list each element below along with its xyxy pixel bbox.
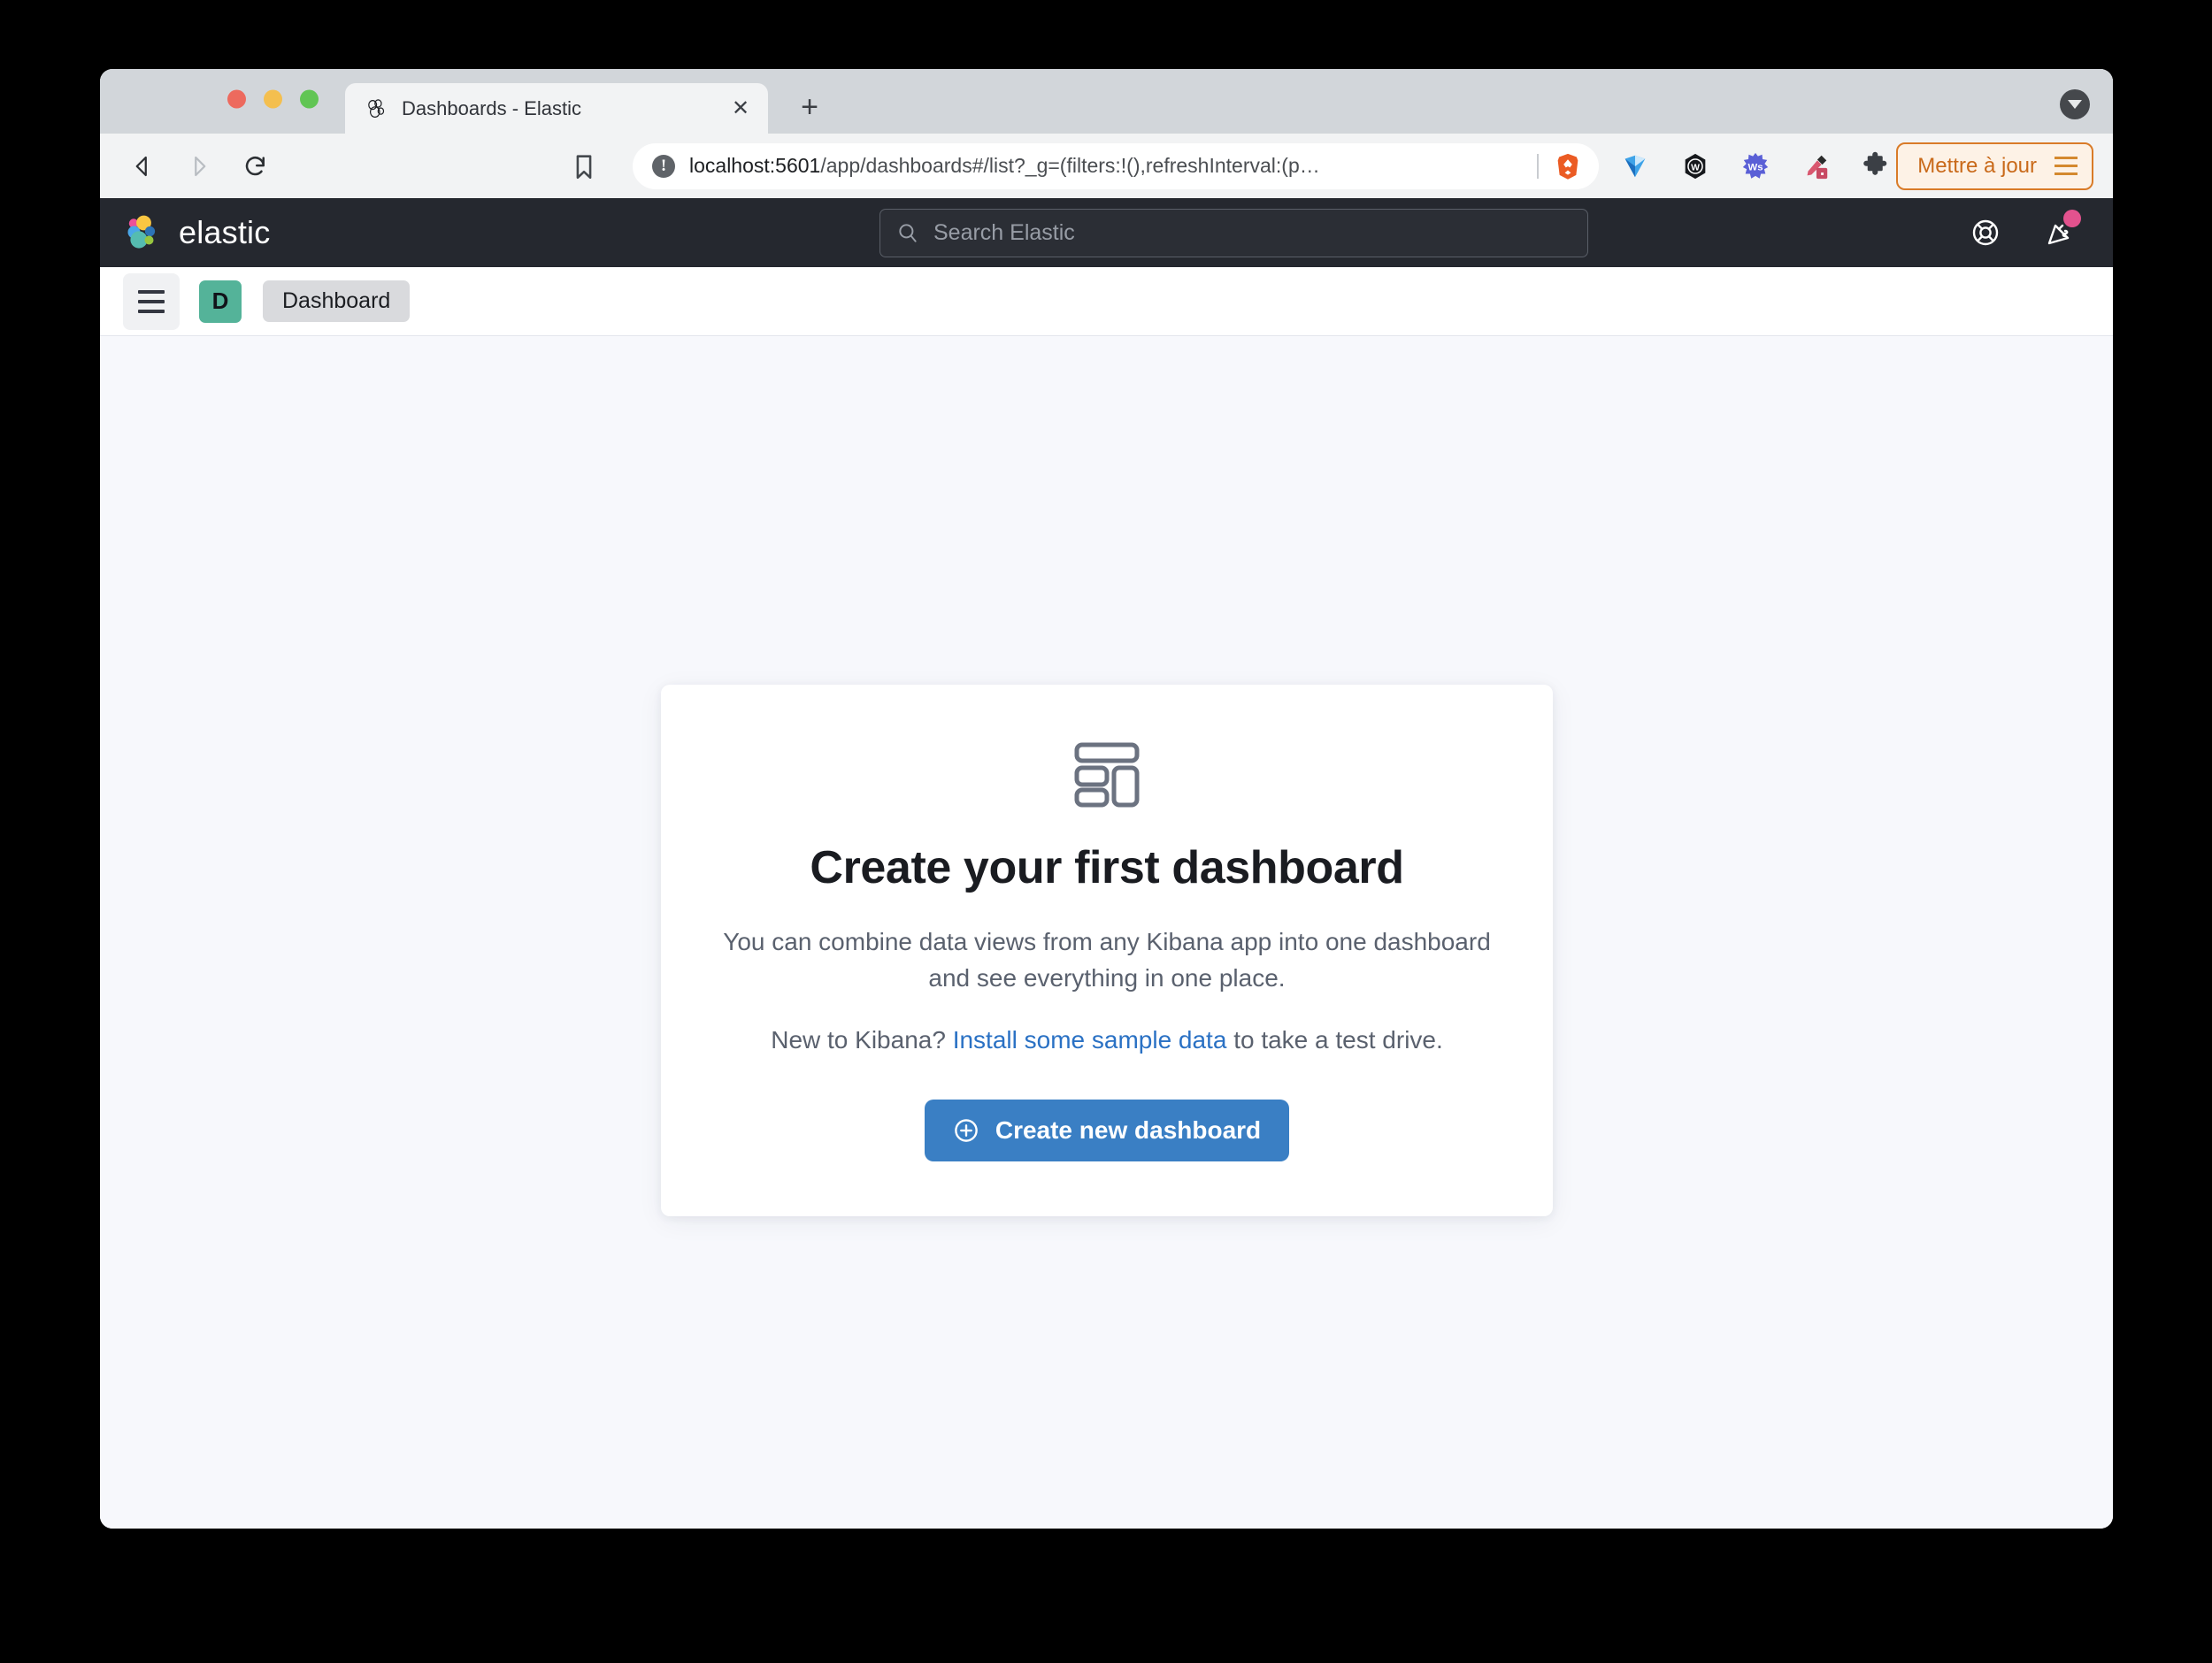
create-new-dashboard-button[interactable]: Create new dashboard — [924, 1099, 1290, 1161]
elastic-brand[interactable]: elastic — [122, 212, 270, 253]
svg-text:Ws: Ws — [1748, 162, 1763, 172]
forward-arrow-icon — [180, 147, 219, 186]
bookmark-icon[interactable] — [569, 151, 599, 181]
brave-shields-icon[interactable] — [1553, 151, 1583, 181]
create-new-dashboard-label: Create new dashboard — [995, 1115, 1262, 1144]
maximize-window-button[interactable] — [300, 89, 319, 109]
info-circle-icon[interactable]: ! — [652, 154, 675, 178]
elastic-global-header: elastic Search Elastic — [100, 198, 2113, 267]
page-content: elastic Search Elastic D Dashboard Creat… — [100, 198, 2113, 1529]
colorpicker-icon[interactable] — [1800, 150, 1832, 182]
caret-shape — [2068, 100, 2082, 109]
extension-icons: W Ws — [1619, 150, 1892, 182]
breadcrumb: D Dashboard — [100, 267, 2113, 336]
dashboard-layout-icon — [714, 740, 1500, 815]
app-badge: D — [199, 280, 242, 323]
breadcrumb-item-dashboard[interactable]: Dashboard — [263, 280, 411, 322]
header-actions — [1968, 210, 2081, 250]
extensions-puzzle-icon[interactable] — [1860, 150, 1892, 182]
page-title: Create your first dashboard — [810, 842, 1404, 893]
close-window-button[interactable] — [227, 89, 246, 109]
help-icon[interactable] — [1968, 215, 2003, 250]
address-bar-group: ! localhost:5601/app/dashboards#/list?_g… — [569, 142, 1599, 189]
close-icon[interactable]: ✕ — [727, 96, 754, 122]
empty-state-cta-text: New to Kibana? Install some sample data … — [714, 1023, 1500, 1059]
browser-toolbar: ! localhost:5601/app/dashboards#/list?_g… — [100, 134, 2113, 198]
notification-badge — [2063, 210, 2081, 227]
main-content: Create your first dashboard You can comb… — [100, 336, 2113, 1529]
omnibox-divider — [1537, 153, 1539, 179]
reload-icon[interactable] — [236, 147, 275, 186]
tab-strip: Dashboards - Elastic ✕ + — [100, 69, 2113, 134]
grammarly-icon[interactable] — [1619, 150, 1651, 182]
hamburger-icon[interactable] — [2055, 157, 2078, 175]
chevron-down-icon[interactable] — [2060, 89, 2090, 119]
wordstream-icon[interactable]: Ws — [1740, 150, 1771, 182]
elastic-cluster-logo-icon — [122, 212, 163, 253]
url-host: localhost:5601 — [689, 154, 821, 177]
new-tab-button[interactable]: + — [792, 89, 827, 125]
browser-tab[interactable]: Dashboards - Elastic ✕ — [345, 83, 768, 134]
search-input[interactable]: Search Elastic — [879, 208, 1588, 257]
tab-title: Dashboards - Elastic — [402, 96, 581, 119]
back-arrow-icon[interactable] — [123, 147, 162, 186]
cta-suffix: to take a test drive. — [1226, 1026, 1443, 1054]
window-controls — [227, 89, 319, 109]
elastic-logo-icon — [365, 97, 388, 120]
update-button-label: Mettre à jour — [1917, 153, 2037, 178]
search-icon — [896, 221, 919, 244]
empty-state-description: You can combine data views from any Kiba… — [723, 928, 1491, 992]
url-text: localhost:5601/app/dashboards#/list?_g=(… — [689, 154, 1523, 178]
search-placeholder: Search Elastic — [933, 219, 1075, 245]
url-path: /app/dashboards#/list?_g=(filters:!(),re… — [820, 154, 1320, 177]
wappalyzer-icon[interactable]: W — [1679, 150, 1711, 182]
empty-state-card: Create your first dashboard You can comb… — [661, 685, 1553, 1216]
update-button[interactable]: Mettre à jour — [1896, 142, 2093, 190]
hamburger-menu-icon[interactable] — [123, 272, 180, 330]
browser-window: Dashboards - Elastic ✕ + ! localhost:560… — [100, 69, 2113, 1529]
svg-text:W: W — [1691, 163, 1700, 172]
cta-prefix: New to Kibana? — [771, 1026, 953, 1054]
news-feed-icon[interactable] — [2042, 210, 2081, 250]
plus-circle-icon — [953, 1117, 979, 1144]
url-input[interactable]: ! localhost:5601/app/dashboards#/list?_g… — [633, 142, 1599, 189]
install-sample-data-link[interactable]: Install some sample data — [953, 1026, 1227, 1054]
minimize-window-button[interactable] — [264, 89, 282, 109]
elastic-wordmark: elastic — [179, 214, 271, 250]
